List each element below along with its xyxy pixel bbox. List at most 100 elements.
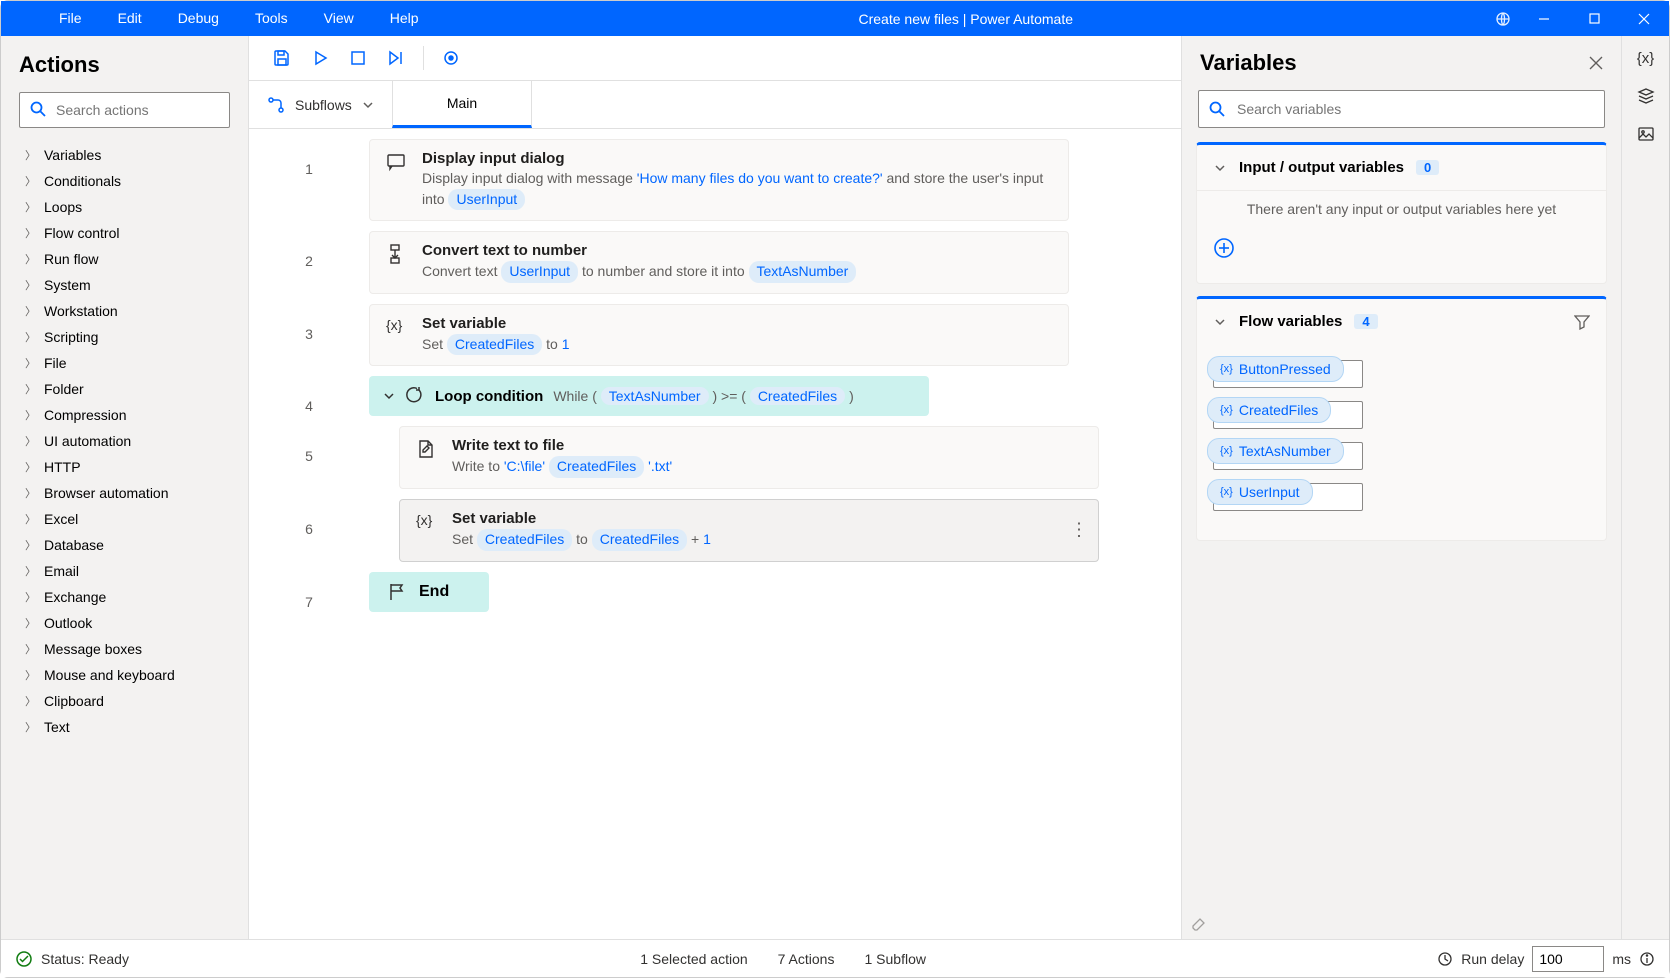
action-category-label: Variables [44, 147, 101, 163]
close-button[interactable] [1619, 1, 1669, 36]
status-subflow: 1 Subflow [864, 951, 925, 967]
action-category[interactable]: 〉Run flow [5, 246, 244, 272]
chevron-right-icon: 〉 [25, 147, 36, 163]
account-indicator[interactable] [1495, 11, 1519, 27]
maximize-button[interactable] [1569, 1, 1619, 36]
flow-variable-item[interactable]: {x} CreatedFiles [1213, 401, 1590, 434]
action-category[interactable]: 〉Flow control [5, 220, 244, 246]
chevron-down-icon [362, 99, 374, 111]
step-card[interactable]: Convert text to numberConvert text UserI… [369, 231, 1069, 294]
minimize-button[interactable] [1519, 1, 1569, 36]
action-category[interactable]: 〉Scripting [5, 324, 244, 350]
tab-main[interactable]: Main [392, 81, 532, 128]
action-category-label: Run flow [44, 251, 98, 267]
subflows-icon [267, 96, 285, 114]
subflows-bar: Subflows Main [249, 81, 1181, 129]
stop-button[interactable] [339, 39, 377, 77]
menu-tools[interactable]: Tools [237, 1, 306, 36]
menu-view[interactable]: View [306, 1, 372, 36]
eraser-icon[interactable] [1182, 905, 1621, 939]
action-category[interactable]: 〉Compression [5, 402, 244, 428]
subflows-dropdown[interactable]: Subflows [249, 81, 392, 128]
right-rail: {x} [1621, 36, 1669, 939]
end-step[interactable]: End [369, 572, 489, 612]
save-button[interactable] [263, 39, 301, 77]
action-category[interactable]: 〉UI automation [5, 428, 244, 454]
action-category[interactable]: 〉Email [5, 558, 244, 584]
action-category[interactable]: 〉Browser automation [5, 480, 244, 506]
record-button[interactable] [432, 39, 470, 77]
run-delay-input[interactable] [1532, 946, 1604, 972]
variables-rail-icon[interactable]: {x} [1637, 50, 1655, 67]
menu-help[interactable]: Help [372, 1, 437, 36]
title-bar: File Edit Debug Tools View Help Create n… [1, 1, 1669, 36]
action-category[interactable]: 〉Text [5, 714, 244, 740]
menu-edit[interactable]: Edit [100, 1, 160, 36]
step-card[interactable]: Display input dialogDisplay input dialog… [369, 139, 1069, 221]
action-category[interactable]: 〉Workstation [5, 298, 244, 324]
action-category[interactable]: 〉 Variables [5, 142, 244, 168]
flow-variable-item[interactable]: {x} TextAsNumber [1213, 442, 1590, 475]
chevron-right-icon: 〉 [25, 719, 36, 735]
action-category[interactable]: 〉Folder [5, 376, 244, 402]
search-icon [29, 100, 47, 118]
variable-badge: {x} ButtonPressed [1207, 356, 1344, 382]
action-category[interactable]: 〉Loops [5, 194, 244, 220]
variable-badge: {x} UserInput [1207, 479, 1313, 505]
step-card[interactable]: {x}Set variableSet CreatedFiles to Creat… [399, 499, 1099, 562]
loop-condition-step[interactable]: Loop conditionWhile ( TextAsNumber ) >= … [369, 376, 929, 416]
actions-search-input[interactable] [19, 92, 230, 128]
action-category-label: Outlook [44, 615, 92, 631]
variable-badge: {x} CreatedFiles [1207, 397, 1331, 423]
action-category[interactable]: 〉 Excel [5, 506, 244, 532]
io-variables-title: Input / output variables [1239, 159, 1404, 176]
action-category[interactable]: 〉Clipboard [5, 688, 244, 714]
io-variables-header[interactable]: Input / output variables 0 [1197, 145, 1606, 190]
variables-search-input[interactable] [1198, 90, 1605, 128]
flow-canvas[interactable]: 1Display input dialogDisplay input dialo… [249, 129, 1181, 939]
flow-variables-header[interactable]: Flow variables 4 [1197, 299, 1606, 344]
chevron-right-icon: 〉 [25, 173, 36, 189]
chevron-right-icon: 〉 [25, 355, 36, 371]
layers-rail-icon[interactable] [1637, 87, 1655, 105]
action-category[interactable]: 〉Outlook [5, 610, 244, 636]
chevron-down-icon [1213, 161, 1227, 175]
action-category[interactable]: 〉Database [5, 532, 244, 558]
action-category-label: Mouse and keyboard [44, 667, 175, 683]
chevron-right-icon: 〉 [25, 511, 36, 527]
step-button[interactable] [377, 39, 415, 77]
more-icon[interactable]: ⋮ [1070, 520, 1088, 541]
flow-variable-item[interactable]: {x} UserInput [1213, 483, 1590, 516]
action-category[interactable]: 〉System [5, 272, 244, 298]
step-card[interactable]: Write text to fileWrite to 'C:\file' Cre… [399, 426, 1099, 489]
action-category[interactable]: 〉Message boxes [5, 636, 244, 662]
action-category[interactable]: 〉Conditionals [5, 168, 244, 194]
step-number: 5 [249, 426, 369, 489]
flow-variable-item[interactable]: {x} ButtonPressed [1213, 360, 1590, 393]
images-rail-icon[interactable] [1637, 125, 1655, 143]
filter-icon[interactable] [1574, 314, 1590, 330]
convert-icon [386, 242, 408, 283]
variables-panel: Variables Input / output variables 0 The… [1181, 36, 1621, 939]
flow-variables-title: Flow variables [1239, 313, 1342, 330]
menu-debug[interactable]: Debug [160, 1, 237, 36]
actions-panel: Actions 〉Variables〉Conditionals〉Loops〉Fl… [1, 36, 249, 939]
flow-variables-section: Flow variables 4 {x} ButtonPressed {x} Cr… [1196, 296, 1607, 541]
info-icon[interactable] [1639, 951, 1655, 967]
action-category[interactable]: 〉Mouse and keyboard [5, 662, 244, 688]
status-ok-icon [15, 950, 33, 968]
add-io-variable-button[interactable] [1213, 237, 1590, 259]
action-category[interactable]: 〉HTTP [5, 454, 244, 480]
action-category-label: Workstation [44, 303, 118, 319]
action-category[interactable]: 〉Exchange [5, 584, 244, 610]
run-button[interactable] [301, 39, 339, 77]
menu-file[interactable]: File [41, 1, 100, 36]
dialog-icon [386, 150, 408, 210]
chevron-right-icon: 〉 [25, 433, 36, 449]
step-number: 7 [249, 572, 369, 612]
actions-list[interactable]: 〉 Variables 〉Conditionals〉Loops〉Flow contr… [1, 138, 248, 939]
close-panel-button[interactable] [1589, 56, 1603, 70]
step-card[interactable]: {x}Set variableSet CreatedFiles to 1 [369, 304, 1069, 367]
action-category-label: Excel [44, 511, 78, 527]
action-category[interactable]: 〉File [5, 350, 244, 376]
